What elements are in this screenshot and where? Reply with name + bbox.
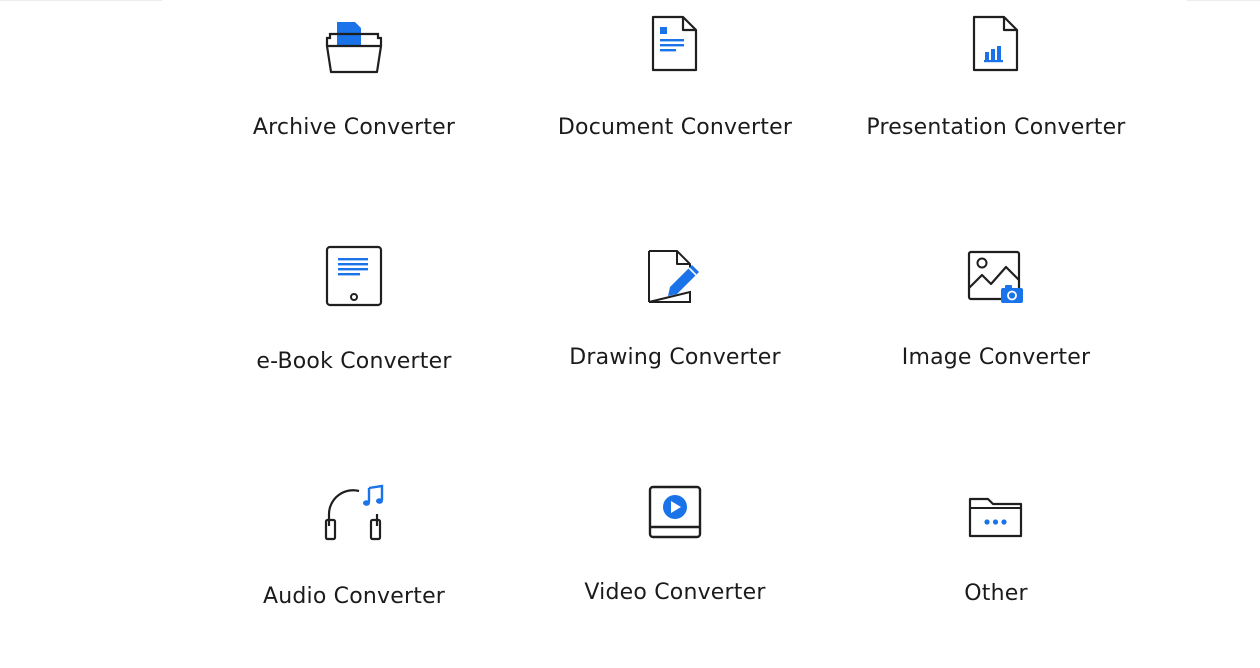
ebook-icon xyxy=(325,245,383,307)
audio-converter-label: Audio Converter xyxy=(262,584,446,609)
top-edge-line-right xyxy=(1187,0,1260,1)
top-edge-line-left xyxy=(0,0,162,1)
other-converter-tile[interactable]: Other xyxy=(836,472,1156,622)
ebook-converter-tile[interactable]: e-Book Converter xyxy=(194,236,514,386)
other-converter-label: Other xyxy=(964,581,1028,606)
presentation-converter-tile[interactable]: Presentation Converter xyxy=(836,0,1156,150)
image-converter-tile[interactable]: Image Converter xyxy=(836,236,1156,386)
archive-converter-label: Archive Converter xyxy=(252,115,456,140)
presentation-converter-label: Presentation Converter xyxy=(866,115,1126,140)
document-icon xyxy=(651,15,698,72)
audio-icon xyxy=(324,484,384,541)
ebook-converter-label: e-Book Converter xyxy=(256,349,452,374)
video-converter-label: Video Converter xyxy=(584,580,766,605)
image-converter-label: Image Converter xyxy=(901,345,1091,370)
audio-converter-tile[interactable]: Audio Converter xyxy=(194,472,514,622)
document-converter-label: Document Converter xyxy=(557,115,793,140)
archive-icon xyxy=(325,22,383,74)
video-icon xyxy=(648,485,702,539)
drawing-converter-tile[interactable]: Drawing Converter xyxy=(515,236,835,386)
archive-converter-tile[interactable]: Archive Converter xyxy=(194,0,514,150)
presentation-icon xyxy=(972,15,1019,72)
document-converter-tile[interactable]: Document Converter xyxy=(515,0,835,150)
drawing-icon xyxy=(648,250,699,303)
video-converter-tile[interactable]: Video Converter xyxy=(515,472,835,622)
folder-dots-icon xyxy=(968,497,1023,538)
image-icon xyxy=(967,250,1023,303)
drawing-converter-label: Drawing Converter xyxy=(569,345,781,370)
